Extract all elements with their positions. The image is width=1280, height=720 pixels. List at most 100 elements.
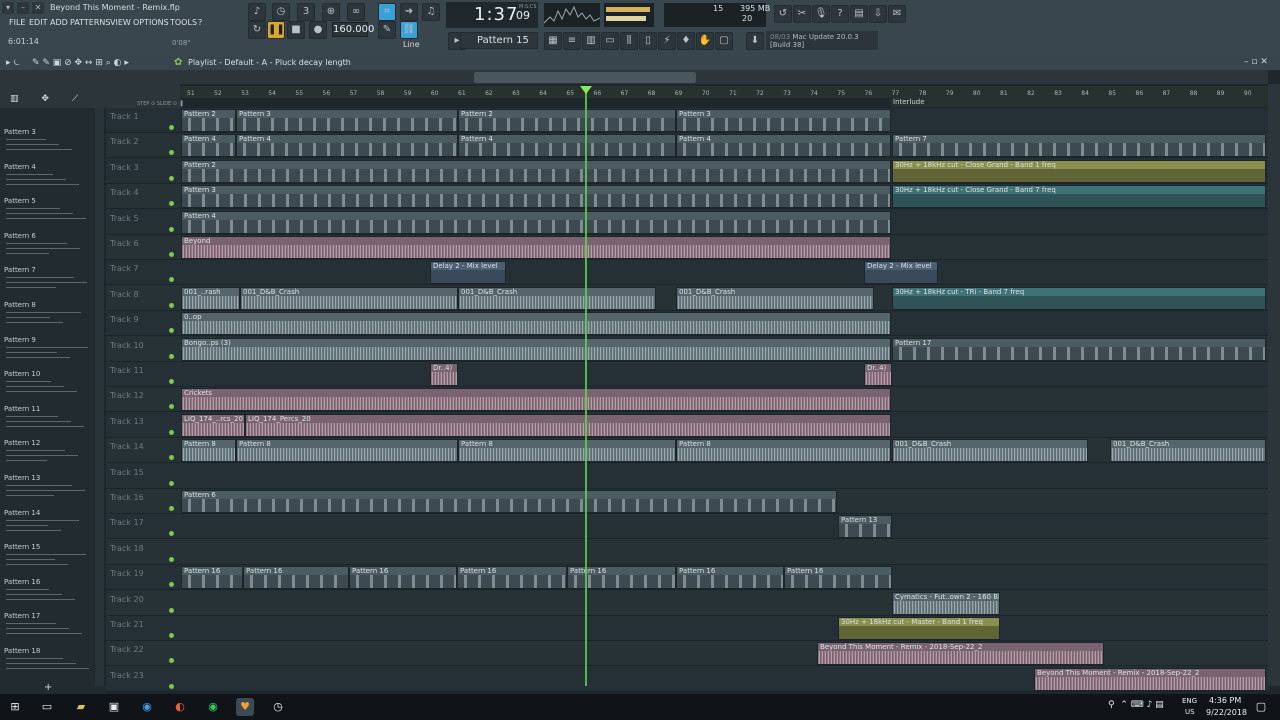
clip-pattern16[interactable]: Pattern 16 — [181, 566, 243, 590]
vertical-scrollbar[interactable] — [1268, 84, 1280, 686]
track-label[interactable]: Track 3 — [110, 163, 139, 172]
minimize-icon[interactable]: – — [17, 2, 29, 14]
clip-pattern7[interactable]: Pattern 7 — [892, 134, 1266, 158]
track-mute-led[interactable] — [169, 633, 174, 638]
track-mute-led[interactable] — [169, 429, 174, 435]
clip-crash[interactable]: 001_D&B_Crash — [892, 439, 1088, 463]
track-label[interactable]: Track 6 — [110, 239, 139, 248]
snap-mode-label[interactable]: Line — [403, 40, 420, 49]
picker-item[interactable]: Pattern 7 — [4, 266, 36, 274]
track-label[interactable]: Track 20 — [110, 595, 144, 604]
track-mute-led[interactable] — [169, 683, 174, 689]
picker-item[interactable]: Pattern 13 — [4, 474, 40, 482]
track-mute-led[interactable] — [169, 607, 174, 613]
track-label[interactable]: Track 17 — [110, 518, 144, 527]
notification-icon[interactable]: ▢ — [1252, 698, 1270, 716]
clip-pattern3[interactable]: Pattern 3 — [676, 109, 891, 132]
track-row[interactable] — [106, 539, 1268, 565]
clip-pattern13[interactable]: Pattern 13 — [838, 515, 892, 539]
clip-bongo[interactable]: Bongo..ps (3) — [181, 337, 891, 361]
track-mute-led[interactable] — [169, 252, 174, 257]
start-icon[interactable]: ⊞ — [6, 698, 24, 716]
pause-icon[interactable]: ❚❚ — [267, 21, 285, 39]
track-label[interactable]: Track 16 — [110, 493, 144, 502]
loop-record-icon[interactable]: ∞ — [347, 3, 365, 21]
clip-pattern2[interactable]: Pattern 2 — [458, 109, 676, 132]
track-mute-led[interactable] — [169, 379, 174, 384]
metronome-icon[interactable]: ♪ — [248, 3, 266, 21]
tray-icons[interactable]: ⚲ ⌃ ⌨ ♪ ▤ — [1108, 700, 1164, 710]
chat-icon[interactable]: ✉ — [888, 5, 906, 23]
track-mute-led[interactable] — [169, 175, 174, 181]
picker-item[interactable]: Pattern 8 — [4, 301, 36, 309]
track-label[interactable]: Track 22 — [110, 645, 144, 654]
marker-interlude[interactable]: Interlude — [891, 98, 1268, 107]
clip-pattern8[interactable]: Pattern 8 — [181, 439, 236, 463]
picker-scrollbar[interactable] — [95, 108, 104, 686]
track-label[interactable]: Track 12 — [110, 391, 144, 400]
track-label[interactable]: Track 4 — [110, 188, 139, 197]
clock-date[interactable]: 9/22/2018 — [1206, 708, 1247, 717]
picker-item[interactable]: Pattern 4 — [4, 163, 36, 171]
task-view-icon[interactable]: ▭ — [38, 698, 56, 716]
pencil-icon[interactable]: ✎ — [378, 21, 396, 39]
track-row[interactable] — [106, 260, 1268, 286]
stop-icon[interactable]: ■ — [287, 21, 305, 39]
close-icon[interactable]: ✕ — [32, 2, 44, 14]
playlist-snap-icon[interactable]: ✿ — [174, 57, 182, 68]
clip-pattern16[interactable]: Pattern 16 — [567, 566, 676, 590]
app-icon[interactable]: ▾ — [2, 2, 14, 14]
export-icon[interactable]: ⇩ — [869, 5, 887, 23]
picker-item[interactable]: Pattern 5 — [4, 197, 36, 205]
countdown-icon[interactable]: 3 — [297, 3, 315, 21]
clock-app-icon[interactable]: ◷ — [269, 698, 287, 716]
time-display[interactable]: 1:37 — [474, 4, 518, 25]
picker-item[interactable]: Pattern 10 — [4, 370, 40, 378]
clip-close-grand-1[interactable]: 30Hz + 18kHz cut - Close Grand - Band 1 … — [892, 159, 1266, 183]
picker-item[interactable]: Pattern 15 — [4, 543, 40, 551]
plugin-icon[interactable]: ⚡ — [658, 32, 676, 50]
track-row[interactable] — [106, 463, 1268, 489]
clock-time[interactable]: 4:36 PM — [1209, 696, 1241, 705]
clip-pattern8[interactable]: Pattern 8 — [236, 439, 458, 463]
menu-file[interactable]: FILE — [9, 18, 25, 27]
clip-pattern6[interactable]: Pattern 6 — [181, 490, 837, 513]
chrome-icon[interactable]: ◉ — [138, 698, 156, 716]
track-row[interactable] — [106, 362, 1268, 387]
clip-pattern2[interactable]: Pattern 2 — [181, 109, 236, 132]
snap-icon[interactable]: ⌗ — [378, 3, 396, 21]
browser-icon[interactable]: ▯ — [639, 32, 657, 50]
timeline-ruler[interactable] — [180, 86, 1268, 98]
firefox-icon[interactable]: ◐ — [171, 698, 189, 716]
track-mute-led[interactable] — [169, 353, 174, 359]
arrow-icon[interactable]: ➜ — [400, 3, 418, 21]
track-label[interactable]: Track 9 — [110, 315, 139, 324]
tempo-display[interactable]: 160.000 — [332, 22, 374, 37]
clip-pattern16[interactable]: Pattern 16 — [349, 566, 457, 590]
picker-item[interactable]: Pattern 11 — [4, 405, 40, 413]
menu-view[interactable]: VIEW — [110, 18, 131, 27]
clip-op[interactable]: 0..op — [181, 312, 891, 336]
clip-pattern3[interactable]: Pattern 3 — [236, 109, 458, 132]
picker-item[interactable]: Pattern 17 — [4, 612, 40, 620]
picker-item[interactable]: Pattern 18 — [4, 647, 40, 655]
track-label[interactable]: Track 5 — [110, 214, 139, 223]
clip-remix-22[interactable]: Beyond This Moment - Remix - 2018-Sep-22… — [1034, 667, 1266, 691]
picker-item[interactable]: Pattern 9 — [4, 336, 36, 344]
menu-options[interactable]: OPTIONS — [133, 18, 169, 27]
clip-tri-band7[interactable]: 30Hz + 18kHz cut - TRi - Band 7 freq — [892, 286, 1266, 310]
picker-item[interactable]: Pattern 3 — [4, 128, 36, 136]
cut-icon[interactable]: ✂ — [793, 5, 811, 23]
screen-icon[interactable]: ▢ — [715, 32, 733, 50]
clip-pattern4[interactable]: Pattern 4 — [181, 210, 891, 234]
menu-patterns[interactable]: PATTERNS — [70, 18, 110, 27]
clip-pattern16[interactable]: Pattern 16 — [243, 566, 349, 590]
clip-pattern4[interactable]: Pattern 4 — [458, 134, 676, 158]
clip-delay[interactable]: Delay 2 - Mix level — [430, 261, 506, 285]
pattern-selector[interactable]: Pattern 15 — [460, 32, 538, 49]
track-label[interactable]: Track 10 — [110, 341, 144, 350]
piano-roll-icon[interactable]: ▭ — [601, 32, 619, 50]
menu-help[interactable]: ? — [198, 18, 202, 27]
clip-crash[interactable]: 001_D&B_Crash — [240, 286, 458, 310]
menu-edit[interactable]: EDIT — [29, 18, 47, 27]
